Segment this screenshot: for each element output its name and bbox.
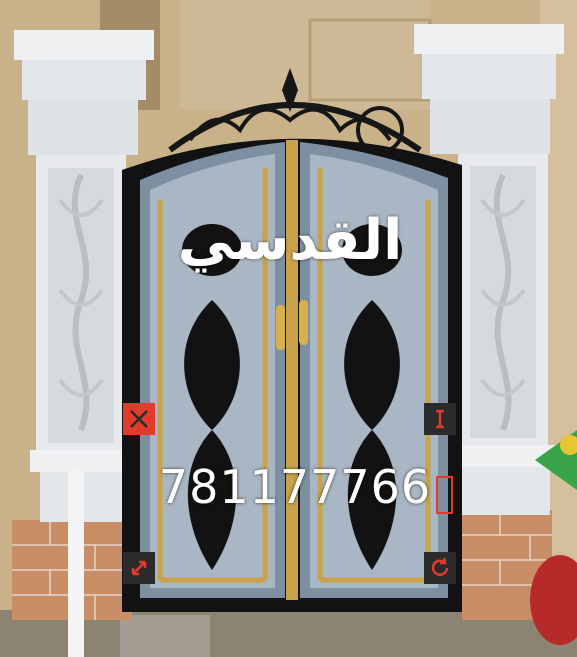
close-glyph: [130, 410, 148, 428]
text-caret-box: [436, 476, 453, 514]
close-icon[interactable]: [123, 403, 155, 435]
overlay-phone-text[interactable]: 781177766: [150, 460, 440, 514]
diagonal-resize-glyph: [131, 560, 147, 576]
overlay-title-text[interactable]: القدسي: [160, 208, 420, 273]
rotate-icon[interactable]: [424, 552, 456, 584]
diagonal-resize-icon[interactable]: [123, 552, 155, 584]
text-cursor-icon[interactable]: [424, 403, 456, 435]
rotate-glyph: [431, 557, 449, 576]
gate-photo: [0, 0, 577, 657]
text-cursor-glyph: [436, 409, 444, 429]
